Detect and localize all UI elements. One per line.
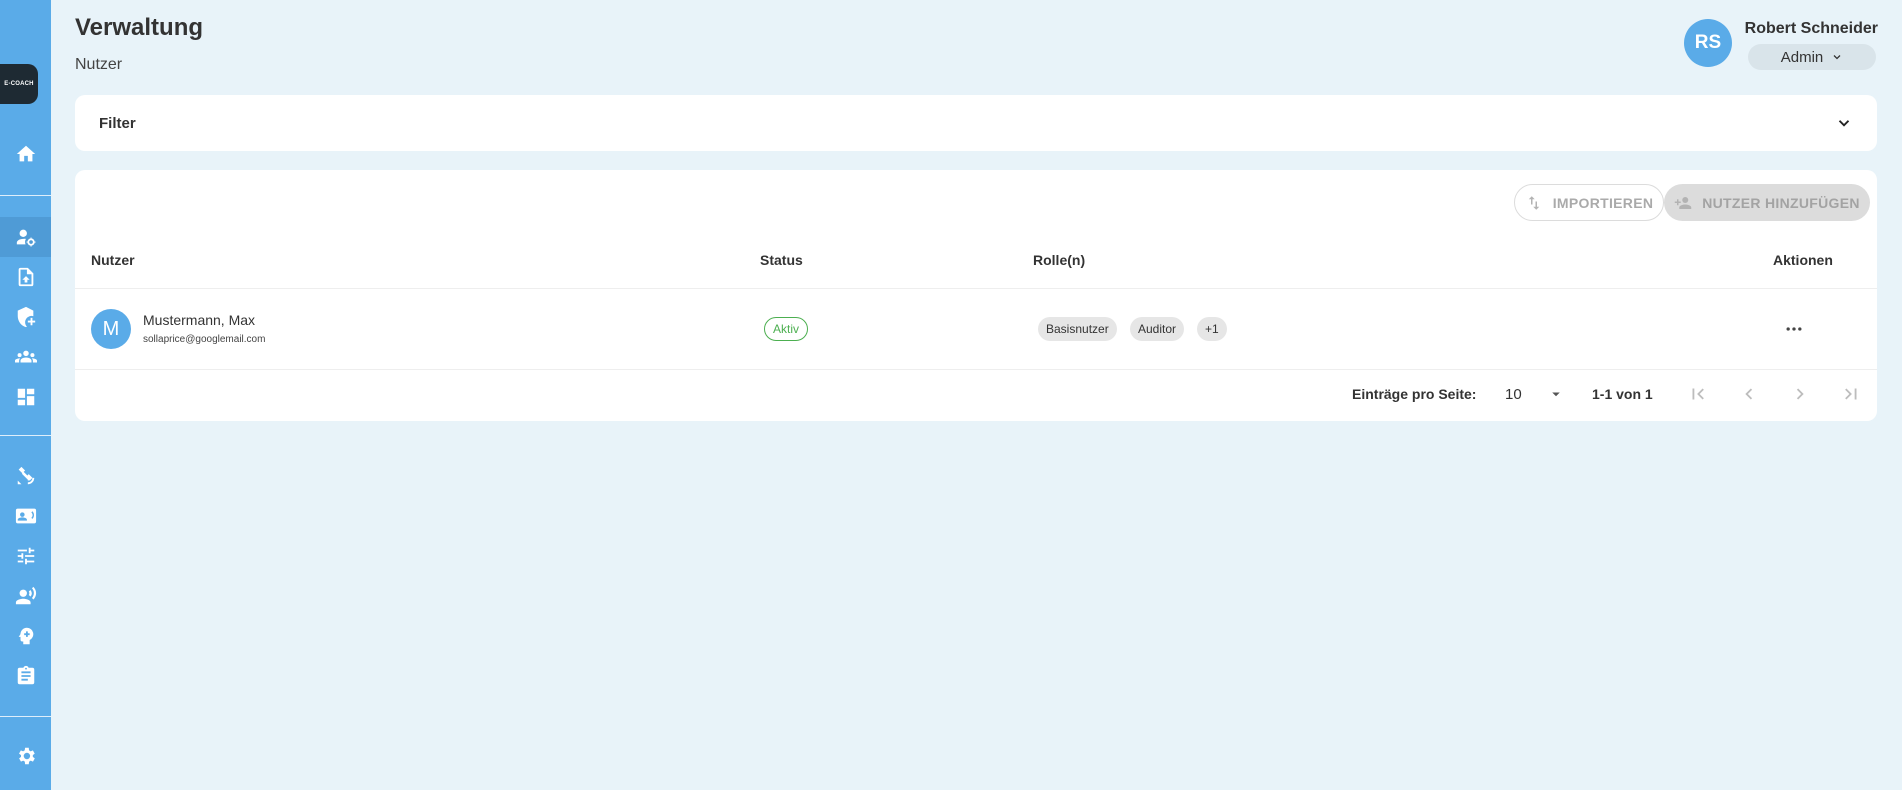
role-chip: Auditor [1130,317,1185,341]
groups-icon [14,350,37,363]
sidebar-divider [0,195,51,196]
sidebar-item-voice[interactable] [0,576,51,616]
sidebar-item-clipboard[interactable] [0,656,51,696]
sidebar-item-settings-sliders[interactable] [0,536,51,576]
voice-user-icon [15,586,36,605]
clipboard-icon [17,665,34,685]
sidebar-item-groups[interactable] [0,337,51,377]
user-settings-icon [16,229,36,247]
user-avatar[interactable]: RS [1684,19,1732,67]
add-user-button-label: NUTZER HINZUFÜGEN [1702,194,1860,211]
sidebar-divider [0,435,51,436]
table-divider [75,288,1877,289]
caret-down-icon [1552,392,1560,397]
sidebar-item-settings[interactable] [0,736,51,776]
chevron-down-icon[interactable] [1835,114,1853,132]
sliders-icon [17,547,34,565]
role-selector[interactable]: Admin [1748,44,1876,70]
table-divider [75,369,1877,370]
add-user-button[interactable]: NUTZER HINZUFÜGEN [1664,184,1870,221]
import-button-label: IMPORTIEREN [1552,194,1654,211]
column-header-actions: Aktionen [1773,252,1833,268]
users-table-card: IMPORTIEREN NUTZER HINZUFÜGEN Nutzer Sta… [75,170,1877,421]
page-subtitle: Nutzer [75,56,123,73]
filter-panel[interactable]: Filter [75,95,1877,151]
shield-add-icon [17,306,35,328]
status-badge: Aktiv [764,317,809,341]
first-page-button[interactable] [1686,382,1710,406]
sidebar-divider [0,716,51,717]
column-header-user[interactable]: Nutzer [91,252,135,268]
first-page-icon [1692,388,1704,400]
avatar: M [91,309,131,349]
previous-page-button[interactable] [1737,382,1761,406]
import-button[interactable]: IMPORTIEREN [1514,184,1664,221]
file-upload-icon [18,267,33,287]
last-page-button[interactable] [1839,382,1863,406]
pagination-range: 1-1 von 1 [1592,386,1653,402]
contact-card-icon [15,508,36,524]
sidebar-item-contacts[interactable] [0,496,51,536]
chevron-down-icon [1833,55,1841,60]
user-name-cell: Mustermann, Max [143,312,256,328]
role-chip: Basisnutzer [1038,317,1117,341]
more-horizontal-icon [1786,327,1802,331]
rows-per-page-value: 10 [1505,385,1522,403]
user-email-cell: sollaprice@googlemail.com [143,334,266,345]
gear-icon [18,747,35,765]
sidebar-item-security[interactable] [0,297,51,337]
satellite-icon [17,466,34,485]
column-header-status[interactable]: Status [760,252,803,268]
rows-per-page-select[interactable]: 10 [1505,381,1565,407]
filter-label: Filter [99,114,136,132]
sidebar-item-dashboard[interactable] [0,377,51,417]
role-chip-more[interactable]: +1 [1197,317,1227,341]
column-header-roles[interactable]: Rolle(n) [1033,252,1085,268]
brain-icon [18,627,33,645]
sidebar-item-home[interactable] [0,134,51,174]
last-page-icon [1845,388,1857,400]
user-name: Robert Schneider [1744,20,1878,37]
row-actions-button[interactable] [1782,318,1806,340]
home-icon [16,145,35,162]
sidebar: E-COACH [0,0,51,790]
role-label: Admin [1780,48,1824,66]
swap-vertical-icon [1528,195,1539,210]
sidebar-item-satellite[interactable] [0,456,51,496]
chevron-left-icon [1745,388,1753,400]
rows-per-page-label: Einträge pro Seite: [1352,386,1477,402]
chevron-right-icon [1796,388,1804,400]
app-logo[interactable]: E-COACH [0,64,38,104]
next-page-button[interactable] [1788,382,1812,406]
page-title: Verwaltung [75,14,204,41]
person-add-icon [1674,196,1692,209]
dashboard-icon [17,388,34,406]
sidebar-item-coaching[interactable] [0,616,51,656]
sidebar-item-file-upload[interactable] [0,257,51,297]
sidebar-item-user-management[interactable] [0,217,51,257]
